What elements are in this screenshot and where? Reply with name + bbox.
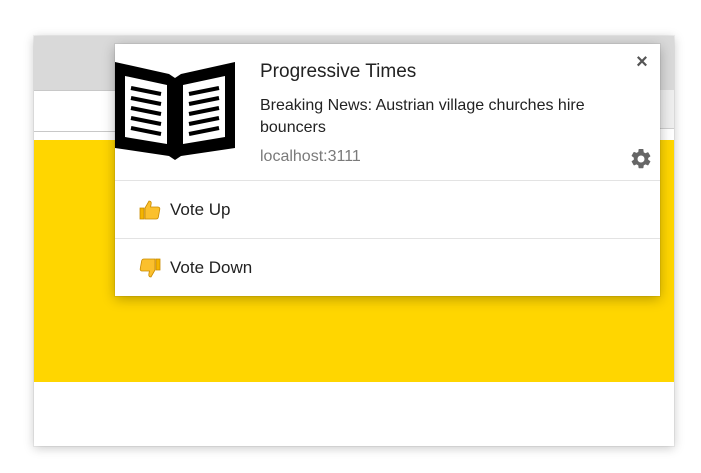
vote-up-label: Vote Up — [170, 199, 231, 219]
close-icon[interactable]: × — [632, 52, 652, 72]
notification-origin: localhost:3111 — [260, 148, 361, 165]
thumbs-down-icon — [139, 258, 161, 277]
vote-up-button[interactable]: Vote Up — [115, 181, 660, 238]
notification-title: Progressive Times — [260, 61, 417, 82]
notification-message: Breaking News: Austrian village churches… — [260, 97, 585, 136]
push-notification: Progressive Times Breaking News: Austria… — [115, 44, 660, 296]
vote-down-label: Vote Down — [170, 257, 253, 277]
thumbs-up-icon — [139, 200, 161, 219]
gear-icon[interactable] — [629, 147, 653, 171]
page-content-area — [34, 382, 674, 446]
open-book-icon — [115, 62, 235, 160]
vote-down-button[interactable]: Vote Down — [115, 239, 660, 296]
